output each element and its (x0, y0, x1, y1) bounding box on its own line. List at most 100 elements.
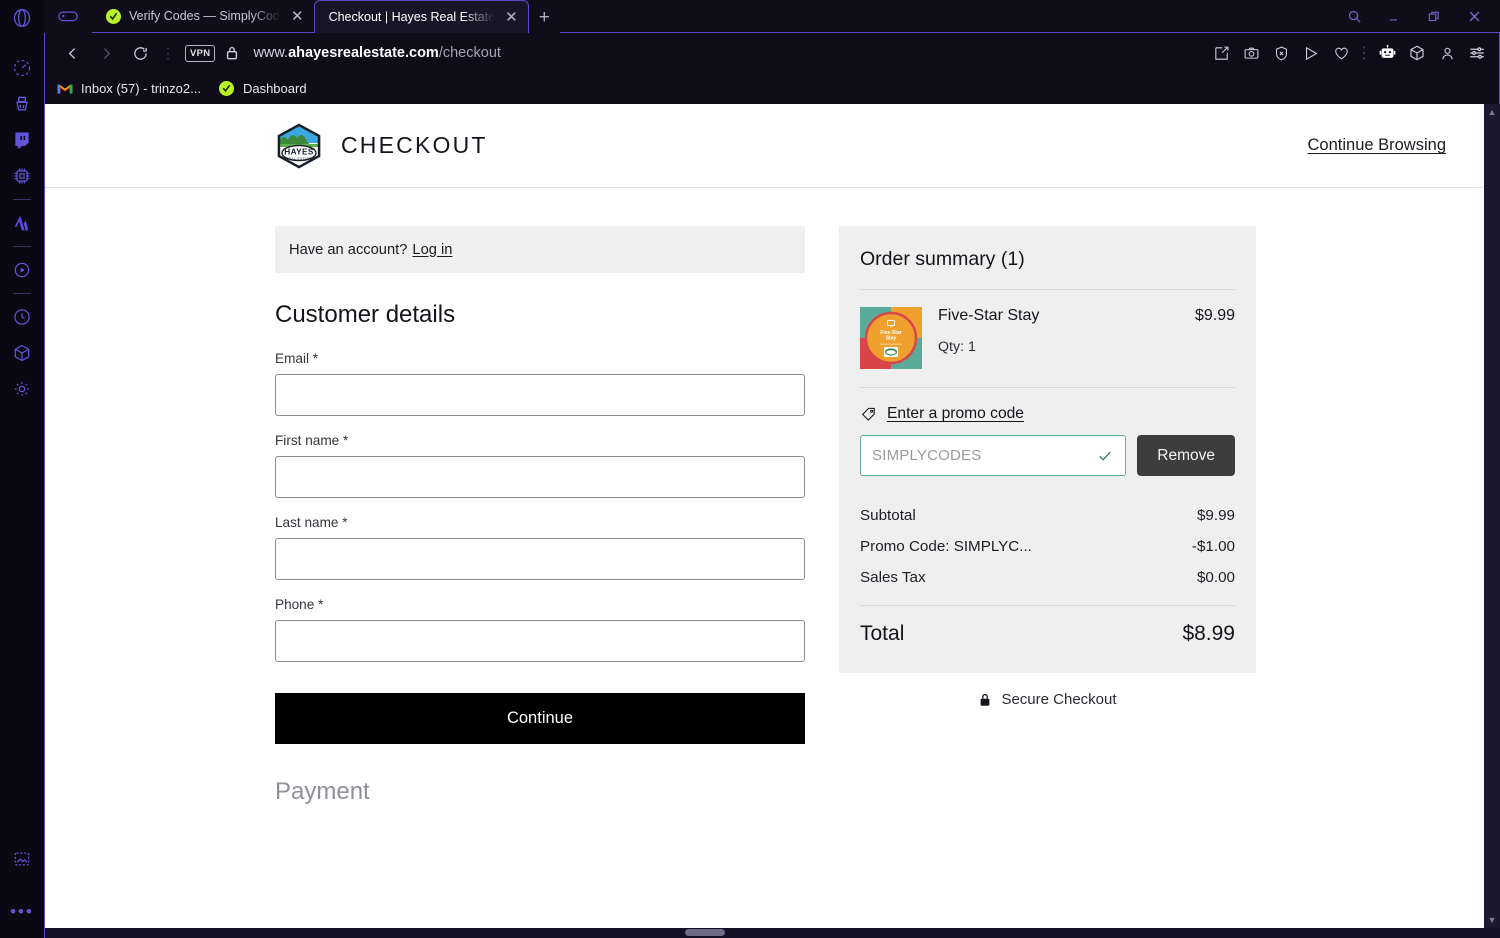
svg-text:Stay: Stay (886, 336, 897, 342)
back-button[interactable] (55, 36, 89, 70)
browser-sidebar: ••• (0, 0, 44, 938)
scroll-up-icon[interactable]: ▲ (1488, 104, 1497, 120)
sidebar-item-player[interactable] (0, 252, 44, 288)
page-viewport: HAYES REAL ESTATE CHECKOUT Continue Brow… (44, 104, 1500, 938)
sidebar-item-cleaner[interactable] (0, 86, 44, 122)
tab-title: Verify Codes — SimplyCodes (129, 9, 281, 23)
cube-workspace-icon[interactable] (1403, 38, 1431, 68)
edit-page-icon[interactable] (1207, 38, 1235, 68)
svg-text:Hayes Real Estate: Hayes Real Estate (880, 342, 902, 346)
tab-checkout-hayes[interactable]: Checkout | Hayes Real Estate ✕ (313, 0, 529, 33)
bookmarks-bar: Inbox (57) - trinzo2... Dashboard (44, 73, 1500, 104)
order-summary-count: (1) (1000, 248, 1025, 270)
twitch-icon (12, 130, 32, 150)
page-title: CHECKOUT (341, 132, 488, 158)
promo-code-value: SIMPLYCODES (872, 447, 982, 464)
bookmark-dashboard[interactable]: Dashboard (219, 81, 307, 97)
tab-verify-codes[interactable]: Verify Codes — SimplyCodes ✕ (92, 0, 314, 33)
order-summary-card: Order summary (1) Five-Star Stay Hayes R… (839, 226, 1256, 673)
vpn-badge[interactable]: VPN (185, 44, 216, 62)
remove-promo-button[interactable]: Remove (1137, 435, 1235, 476)
opera-menu-button[interactable] (0, 0, 44, 36)
sidebar-item-cpu-monitor[interactable] (0, 158, 44, 194)
settings-sliders-icon[interactable] (1463, 38, 1491, 68)
tab-title: Checkout | Hayes Real Estate (328, 10, 496, 24)
sidebar-item-twitch[interactable] (0, 122, 44, 158)
page-vertical-scrollbar[interactable]: ▲ ▼ (1484, 104, 1500, 928)
reload-button[interactable] (123, 36, 157, 70)
tab-bar: Verify Codes — SimplyCodes ✕ Checkout | … (44, 0, 1500, 33)
totals-section: Subtotal $9.99 Promo Code: SIMPLYC... -$… (860, 496, 1235, 653)
last-name-label: Last name * (275, 515, 348, 530)
forward-button[interactable] (89, 36, 123, 70)
enter-promo-code-link[interactable]: Enter a promo code (887, 405, 1024, 423)
page-horizontal-scrollbar[interactable] (45, 928, 1500, 938)
continue-browsing-link[interactable]: Continue Browsing (1308, 136, 1447, 155)
lock-icon (978, 692, 992, 708)
search-icon[interactable] (1334, 0, 1374, 33)
line-item-details: Five-Star Stay Qty: 1 (938, 307, 1179, 355)
totals-row-grand-total: Total $8.99 (860, 612, 1235, 653)
page-header: HAYES REAL ESTATE CHECKOUT Continue Brow… (45, 104, 1484, 188)
promo-input-row: SIMPLYCODES Remove (860, 435, 1235, 496)
sidebar-item-settings[interactable] (0, 371, 44, 407)
sidebar-item-aria-ai[interactable] (0, 205, 44, 241)
address-bar[interactable]: www.ahayesrealestate.com/checkout (253, 45, 500, 61)
sidebar-item-more[interactable]: ••• (10, 903, 34, 938)
heart-favorites-icon[interactable] (1327, 38, 1355, 68)
promo-code-row: Enter a promo code (860, 388, 1235, 435)
bookmark-inbox[interactable]: Inbox (57) - trinzo2... (57, 81, 201, 97)
send-flow-icon[interactable] (1297, 38, 1325, 68)
cube-icon (12, 343, 32, 363)
speedometer-icon (12, 58, 32, 78)
totals-label: Promo Code: SIMPLYC... (860, 538, 1032, 555)
sidebar-item-speed-dial[interactable] (0, 50, 44, 86)
totals-value: $0.00 (1196, 569, 1235, 586)
gaming-icon[interactable] (44, 8, 92, 33)
close-icon[interactable] (1454, 0, 1494, 33)
phone-label: Phone * (275, 597, 324, 612)
ai-assistant-robot-icon[interactable] (1373, 38, 1401, 68)
restore-icon[interactable] (1414, 0, 1454, 33)
sidebar-item-extensions[interactable] (0, 335, 44, 371)
minimize-icon[interactable] (1374, 0, 1414, 33)
last-name-input[interactable] (275, 538, 805, 580)
new-tab-button[interactable]: + (529, 8, 560, 33)
profile-person-icon[interactable] (1433, 38, 1461, 68)
log-in-link[interactable]: Log in (412, 242, 452, 258)
continue-button[interactable]: Continue (275, 693, 805, 744)
check-icon (1096, 447, 1114, 465)
brand[interactable]: HAYES REAL ESTATE CHECKOUT (275, 123, 488, 169)
site-lock-icon[interactable] (225, 45, 239, 61)
totals-value: -$1.00 (1191, 538, 1235, 555)
order-summary-heading: Order summary (1) (860, 248, 1235, 271)
totals-row-tax: Sales Tax $0.00 (860, 562, 1235, 593)
shield-ad-block-icon[interactable] (1267, 38, 1295, 68)
promo-code-input[interactable]: SIMPLYCODES (860, 435, 1127, 476)
scroll-down-icon[interactable]: ▼ (1488, 912, 1497, 928)
last-name-field-group: Last name * (275, 515, 805, 580)
url-path: /checkout (438, 45, 501, 61)
line-item-price: $9.99 (1194, 307, 1235, 324)
checkout-body: Have an account? Log in Customer details… (45, 188, 1484, 828)
vertical-dots-icon[interactable]: ⋮ (157, 46, 179, 60)
grand-total-value: $8.99 (1182, 622, 1235, 645)
first-name-input[interactable] (275, 456, 805, 498)
email-input[interactable] (275, 374, 805, 416)
vertical-dots-icon[interactable]: ⋮ (1356, 38, 1372, 68)
svg-text:REAL ESTATE: REAL ESTATE (286, 156, 312, 160)
window-controls (1334, 0, 1500, 33)
scroll-thumb[interactable] (685, 929, 725, 936)
sidebar-item-image-capture[interactable] (0, 841, 44, 877)
product-thumbnail: Five-Star Stay Hayes Real Estate (860, 307, 922, 369)
account-prompt-text: Have an account? (289, 241, 408, 258)
close-icon[interactable]: ✕ (289, 9, 306, 24)
first-name-field-group: First name * (275, 433, 805, 498)
sidebar-item-history[interactable] (0, 299, 44, 335)
camera-snapshot-icon[interactable] (1237, 38, 1265, 68)
totals-row-subtotal: Subtotal $9.99 (860, 500, 1235, 531)
sidebar-divider (13, 199, 31, 200)
phone-input[interactable] (275, 620, 805, 662)
divider (860, 605, 1235, 606)
close-icon[interactable]: ✕ (503, 10, 520, 25)
